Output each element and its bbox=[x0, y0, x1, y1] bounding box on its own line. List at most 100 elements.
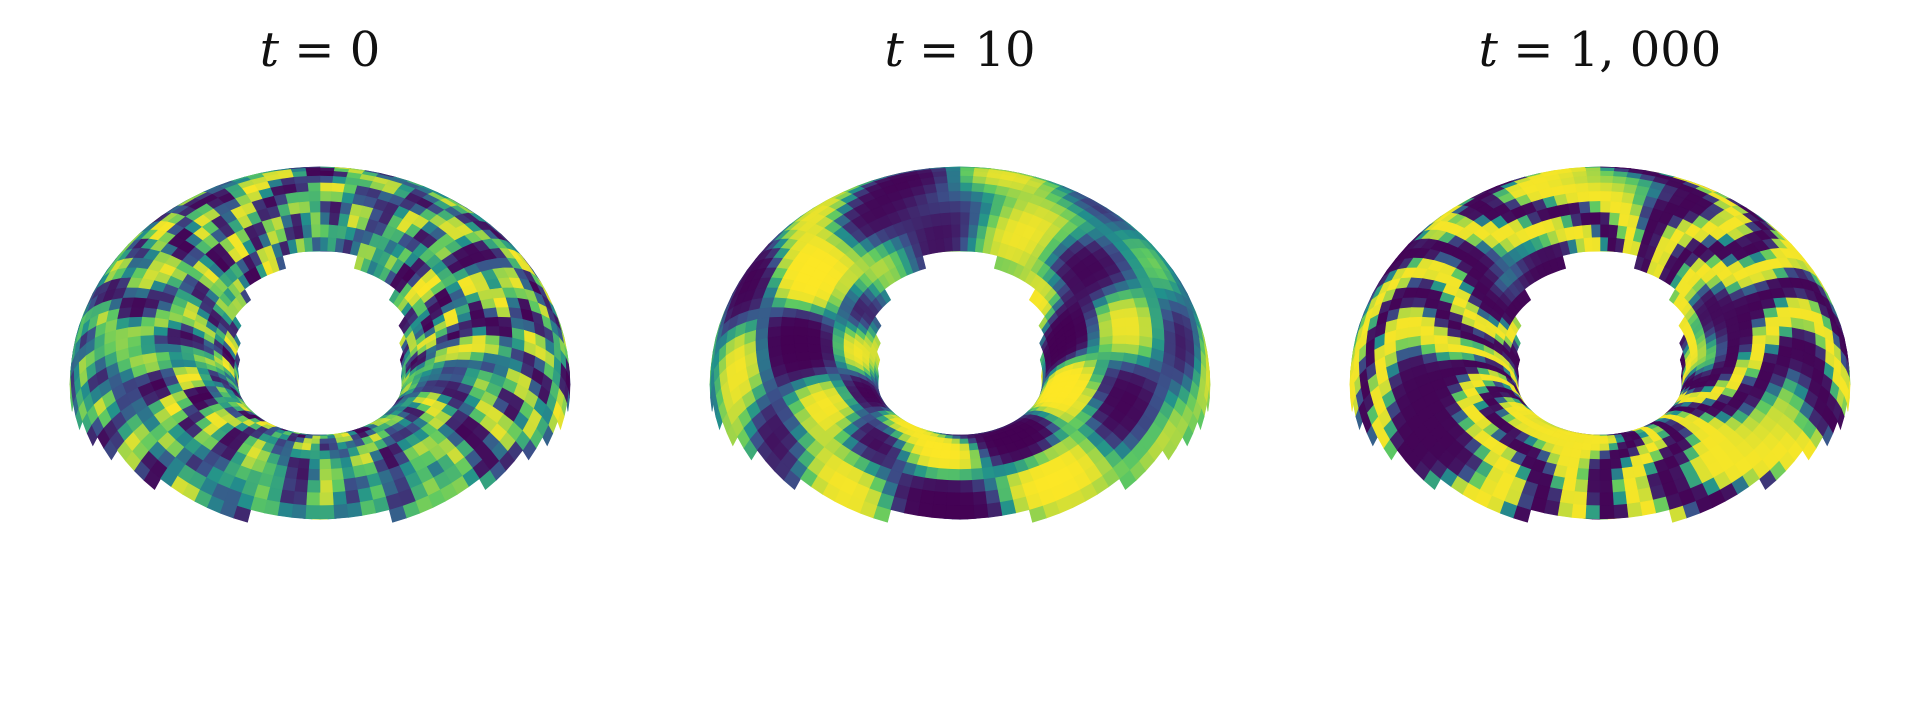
surface-facet bbox=[309, 212, 321, 226]
surface-facet bbox=[319, 505, 335, 520]
surface-facet bbox=[305, 505, 321, 520]
surface-facet bbox=[947, 468, 961, 482]
surface-facet bbox=[1125, 335, 1140, 346]
surface-facet bbox=[319, 175, 334, 184]
surface-facet bbox=[780, 335, 795, 346]
surface-facet bbox=[472, 335, 487, 345]
surface-facet bbox=[793, 326, 808, 337]
surface-facet bbox=[1599, 182, 1613, 193]
surface-facet bbox=[1612, 176, 1627, 185]
surface-facet bbox=[308, 201, 321, 214]
surface-facet bbox=[169, 359, 186, 369]
surface-facet bbox=[970, 191, 984, 203]
surface-facet bbox=[1587, 191, 1601, 203]
surface-facet bbox=[328, 442, 339, 452]
surface-facet bbox=[277, 502, 294, 518]
torus-plot bbox=[709, 166, 1211, 523]
surface-facet bbox=[332, 176, 347, 185]
surface-facet bbox=[330, 191, 344, 203]
surface-facet bbox=[153, 335, 168, 345]
surface-facet bbox=[319, 443, 330, 452]
surface-facet bbox=[1590, 224, 1601, 239]
surface-facet bbox=[154, 343, 169, 354]
surface-facet bbox=[949, 450, 961, 460]
surface-facet bbox=[329, 458, 343, 470]
surface-facet bbox=[959, 212, 971, 226]
surface-facet bbox=[999, 499, 1017, 516]
surface-facet bbox=[294, 479, 309, 493]
surface-facet bbox=[959, 468, 973, 482]
surface-facet bbox=[1137, 316, 1152, 329]
surface-facet bbox=[948, 458, 961, 470]
surface-facet bbox=[972, 491, 987, 506]
surface-facet bbox=[142, 307, 158, 319]
surface-facet bbox=[941, 442, 952, 452]
surface-facet bbox=[934, 182, 949, 193]
surface-facet bbox=[1122, 307, 1138, 319]
surface-facet bbox=[939, 449, 952, 460]
surface-facet bbox=[1111, 343, 1126, 354]
surface-facet bbox=[454, 359, 471, 369]
surface-facet bbox=[947, 182, 961, 193]
surface-facet bbox=[1588, 201, 1601, 214]
surface-facet bbox=[168, 351, 183, 361]
surface-facet bbox=[933, 176, 948, 185]
surface-facet bbox=[307, 182, 321, 193]
surface-facet bbox=[979, 456, 993, 469]
surface-facet bbox=[945, 505, 961, 520]
surface-facet bbox=[1585, 170, 1601, 177]
surface-facet bbox=[282, 477, 297, 492]
surface-facet bbox=[1574, 182, 1589, 193]
surface-facet bbox=[972, 176, 987, 185]
surface-facet bbox=[333, 503, 349, 519]
surface-facet bbox=[319, 237, 329, 252]
surface-facet bbox=[339, 456, 353, 469]
surface-facet bbox=[306, 175, 321, 184]
surface-facet bbox=[279, 489, 296, 505]
torus-plot bbox=[69, 166, 571, 523]
surface-facet bbox=[328, 449, 341, 460]
panel-t0: t = 0 bbox=[0, 0, 640, 710]
surface-facet bbox=[311, 237, 321, 252]
surface-facet bbox=[780, 326, 795, 337]
surface-facet bbox=[1610, 191, 1624, 203]
surface-facet bbox=[319, 435, 328, 440]
surface-facet bbox=[959, 450, 971, 460]
surface-facet bbox=[931, 503, 947, 519]
surface-facet bbox=[970, 468, 984, 481]
torus-surface bbox=[709, 166, 1211, 523]
surface-facet bbox=[1124, 316, 1140, 328]
surface-facet bbox=[782, 307, 798, 319]
surface-facet bbox=[917, 502, 934, 518]
surface-facet bbox=[1099, 335, 1114, 346]
surface-facet bbox=[951, 438, 961, 445]
surface-facet bbox=[768, 316, 783, 329]
surface-facet bbox=[346, 502, 363, 518]
surface-facet bbox=[969, 201, 983, 215]
surface-facet bbox=[319, 182, 333, 193]
surface-facet bbox=[947, 480, 961, 494]
surface-facet bbox=[959, 182, 973, 193]
surface-facet bbox=[359, 499, 377, 516]
surface-facet bbox=[343, 477, 358, 492]
surface-facet bbox=[319, 191, 333, 203]
panel-t10: t = 10 bbox=[640, 0, 1280, 710]
surface-facet bbox=[331, 479, 346, 493]
surface-facet bbox=[946, 492, 961, 507]
surface-facet bbox=[341, 466, 356, 480]
surface-facet bbox=[307, 468, 321, 482]
surface-facet bbox=[293, 176, 308, 185]
surface-facet bbox=[1577, 201, 1591, 215]
surface-facet bbox=[949, 212, 961, 226]
surface-facet bbox=[459, 335, 474, 346]
surface-facet bbox=[471, 343, 486, 354]
surface-facet bbox=[806, 335, 821, 346]
surface-facet bbox=[936, 468, 950, 481]
surface-facet bbox=[919, 489, 936, 505]
surface-facet bbox=[959, 237, 969, 252]
surface-facet bbox=[959, 458, 972, 470]
surface-facet bbox=[986, 502, 1003, 518]
surface-facet bbox=[458, 343, 473, 353]
surface-facet bbox=[129, 307, 145, 318]
surface-facet bbox=[299, 449, 312, 460]
